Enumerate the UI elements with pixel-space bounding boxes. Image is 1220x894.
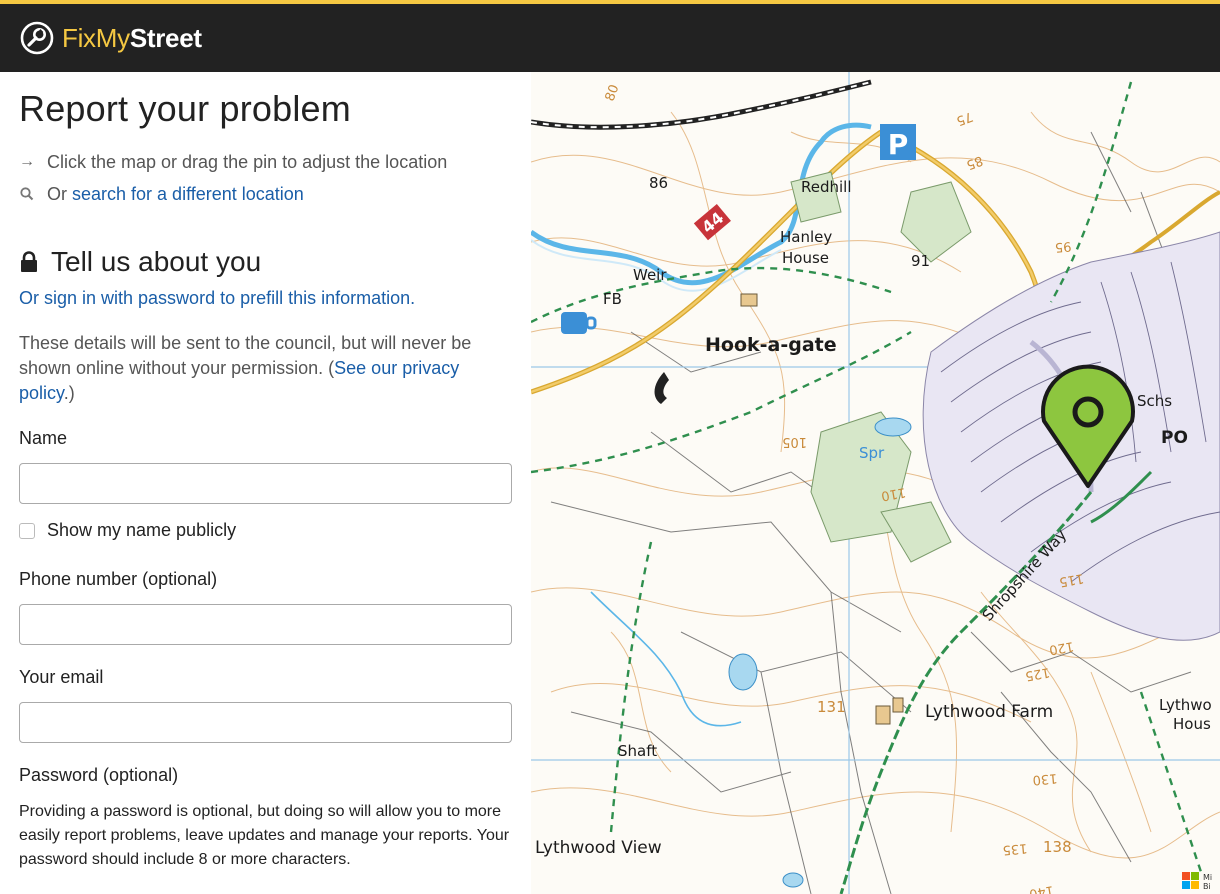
label-hook-a-gate: Hook-a-gate [705, 334, 837, 356]
site-header: FixMyStreet [0, 4, 1220, 72]
label-shaft: Shaft [618, 742, 657, 760]
label-height-86: 86 [649, 174, 668, 192]
phone-label: Phone number (optional) [19, 569, 218, 589]
label-fb: FB [603, 290, 622, 308]
railway [531, 79, 872, 130]
label-contour-130: 130 [1032, 770, 1058, 787]
phone-field[interactable] [19, 604, 512, 645]
name-label: Name [19, 428, 68, 448]
label-height-91: 91 [911, 252, 930, 270]
password-label: Password (optional) [19, 765, 179, 785]
label-contour-105: 105 [782, 434, 807, 449]
label-house: House [782, 249, 829, 267]
parking-symbol: P [880, 124, 916, 161]
hint-search: Or search for a different location [19, 178, 512, 210]
show-name-label: Show my name publicly [47, 520, 237, 540]
label-hanley: Hanley [780, 228, 832, 246]
label-schs: Schs [1137, 392, 1172, 410]
label-spr: Spr [859, 444, 885, 462]
cafe-cup-icon [561, 312, 597, 334]
brand-street: Street [129, 22, 202, 53]
label-contour-95: 95 [1054, 238, 1072, 254]
site-logo[interactable]: FixMyStreet [20, 21, 202, 55]
map-provider-attribution: Mi Bi [1182, 872, 1212, 891]
sign-in-link[interactable]: Or sign in with password to prefill this… [19, 288, 415, 308]
label-weir: Weir [633, 266, 667, 284]
show-name-row[interactable]: Show my name publicly [19, 520, 512, 541]
label-lythwood-view: Lythwood View [535, 838, 662, 858]
email-field[interactable] [19, 702, 512, 743]
parking-letter: P [888, 128, 909, 161]
label-contour-125: 125 [1024, 664, 1051, 683]
name-field[interactable] [19, 463, 512, 504]
privacy-note-end: .) [63, 383, 75, 403]
report-map[interactable]: P 44 Redhill Hanley House Weir FB Hook-a… [531, 72, 1220, 894]
page-title: Report your problem [19, 88, 351, 129]
hint-search-prefix: Or [47, 183, 67, 204]
label-height-131: 131 [817, 698, 846, 716]
section-about-you: Tell us about you [19, 246, 512, 278]
attribution-text-1: Mi [1203, 873, 1212, 882]
email-label: Your email [19, 667, 104, 687]
label-lythwood-house-1: Lythwo [1159, 696, 1212, 714]
label-lythwood-farm: Lythwood Farm [925, 702, 1053, 722]
report-sidebar: Report your problem → Click the map or d… [0, 72, 531, 894]
arrow-right-icon: → [19, 153, 35, 170]
label-po: PO [1161, 428, 1188, 448]
label-lythwood-house-2: Hous [1173, 715, 1211, 733]
lock-icon [21, 251, 37, 272]
search-icon [20, 187, 34, 201]
search-different-location-link[interactable]: search for a different location [72, 184, 304, 205]
password-note: Providing a password is optional, but do… [19, 803, 510, 868]
label-contour-135: 135 [1002, 840, 1028, 857]
show-name-checkbox[interactable] [19, 522, 35, 539]
brand-name: FixMyStreet [62, 23, 202, 54]
telephone-icon [654, 372, 669, 404]
label-contour-75: 75 [954, 108, 975, 128]
section-about-you-title: Tell us about you [51, 246, 262, 277]
label-contour-140: 140 [1028, 882, 1055, 894]
hint-drag-pin-text: Click the map or drag the pin to adjust … [47, 151, 448, 172]
privacy-note: These details will be sent to the counci… [19, 331, 512, 406]
label-contour-120: 120 [1048, 638, 1075, 657]
attribution-text-2: Bi [1203, 882, 1211, 891]
wrench-in-circle-icon [20, 21, 54, 55]
road-number-badge: 44 [693, 204, 731, 241]
label-redhill: Redhill [801, 178, 852, 196]
map-canvas[interactable]: P 44 Redhill Hanley House Weir FB Hook-a… [531, 72, 1220, 894]
brand-fix: FixMy [62, 22, 130, 53]
label-contour-85: 85 [964, 152, 985, 172]
stream [590, 591, 742, 727]
label-contour-80: 80 [603, 83, 623, 104]
label-height-138: 138 [1043, 838, 1072, 856]
hint-drag-pin: → Click the map or drag the pin to adjus… [19, 146, 512, 178]
